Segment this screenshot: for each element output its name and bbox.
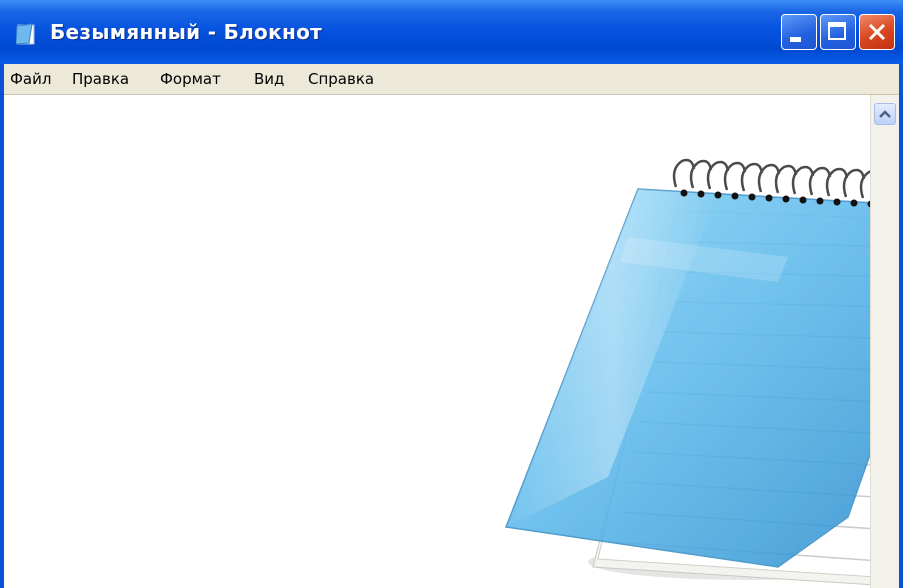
maximize-button[interactable]	[820, 14, 856, 50]
menu-format[interactable]: Формат	[160, 70, 221, 88]
minimize-icon	[790, 37, 801, 42]
menu-bar: Файл Правка Формат Вид Справка	[4, 64, 899, 95]
notepad-window: Безымянный - Блокнот Файл Правка Формат …	[0, 0, 903, 588]
maximize-icon	[828, 22, 846, 40]
title-bar[interactable]: Безымянный - Блокнот	[0, 0, 903, 64]
close-icon	[868, 23, 886, 41]
close-button[interactable]	[859, 14, 895, 50]
menu-edit[interactable]: Правка	[72, 70, 129, 88]
notepad-illustration	[504, 158, 899, 587]
minimize-button[interactable]	[781, 14, 817, 50]
text-editor-area[interactable]	[4, 95, 899, 588]
vertical-scrollbar[interactable]	[870, 95, 899, 588]
notepad-icon	[16, 23, 35, 45]
menu-view[interactable]: Вид	[254, 70, 284, 88]
scroll-up-button[interactable]	[874, 103, 896, 125]
chevron-up-icon	[879, 110, 891, 118]
window-title: Безымянный - Блокнот	[50, 20, 323, 44]
menu-file[interactable]: Файл	[10, 70, 51, 88]
menu-help[interactable]: Справка	[308, 70, 374, 88]
